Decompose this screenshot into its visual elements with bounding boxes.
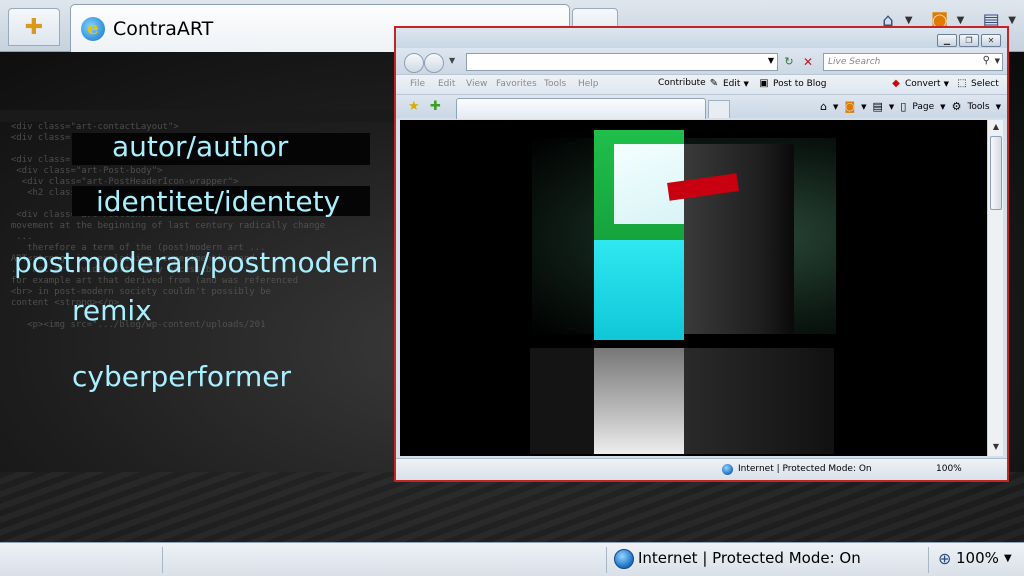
favorites-center-icon[interactable]: ✚ [8,8,60,46]
video-lower-right [684,348,834,454]
menu-favorites[interactable]: Favorites [496,79,537,89]
edit-icon: ✎ [709,78,719,89]
internet-zone-icon [614,549,634,569]
vertical-scrollbar[interactable]: ▲ ▼ [987,120,1003,456]
post-to-blog-label: Post to Blog [773,79,827,89]
inner-menu-bar: File Edit View Favorites Tools Help Cont… [396,74,1007,94]
scroll-thumb[interactable] [990,136,1002,210]
convert-button[interactable]: ◆ Convert ▼ [890,78,949,90]
inner-command-bar: ⌂ ▼ ◙ ▼ ▤ ▼ ▯ Page ▼ ⚙ Tools ▼ [820,100,1001,113]
select-button[interactable]: ⬚ Select [956,78,999,90]
menu-file[interactable]: File [410,79,425,89]
search-icon[interactable]: ⚲ [983,55,990,66]
menu-view[interactable]: View [466,79,487,89]
scroll-down-icon[interactable]: ▼ [990,442,1002,454]
search-placeholder: Live Search [828,57,881,67]
label-remix: remix [72,294,152,327]
inner-viewport [400,120,987,456]
tools-dropdown-icon[interactable]: ▼ [996,103,1001,111]
label-postmodern: postmoderan/postmodern [14,246,379,279]
menu-tools[interactable]: Tools [544,79,566,89]
add-favorites-icon[interactable]: ✚ [430,99,441,114]
inner-tab[interactable] [456,98,706,119]
tools-menu[interactable]: Tools [967,102,989,112]
status-separator [928,547,929,573]
print-icon[interactable]: ▤ [873,100,883,113]
video-lower-left [530,348,594,454]
page-dropdown-icon[interactable]: ▼ [940,103,945,111]
label-cyberperformer: cyberperformer [72,360,292,393]
status-separator [606,547,607,573]
edit-button[interactable]: ✎ Edit ▼ [708,78,749,90]
internet-zone-icon [722,464,733,475]
outer-zoom-level[interactable]: 100% [956,549,999,567]
outer-status-text: Internet | Protected Mode: On [638,549,861,567]
forward-button[interactable] [424,53,444,73]
contribute-label: Contribute [658,78,706,88]
home-icon[interactable]: ⌂ [820,100,827,113]
inner-new-tab-button[interactable] [708,100,730,118]
feeds-dropdown-icon[interactable]: ▼ [957,15,965,26]
convert-dropdown-icon[interactable]: ▼ [944,80,949,88]
home-dropdown-icon[interactable]: ▼ [905,15,913,26]
ie-logo-icon: e [81,16,105,41]
restore-icon[interactable]: ❐ [959,34,979,47]
inner-status-bar: Internet | Protected Mode: On 100% [396,458,1007,480]
outer-status-bar: Internet | Protected Mode: On ⊕ 100% ▼ [0,542,1024,576]
inner-status-text: Internet | Protected Mode: On [738,464,872,474]
zoom-icon[interactable]: ⊕ [938,549,951,568]
edit-label: Edit [723,79,741,89]
address-dropdown-icon[interactable]: ▼ [768,56,774,65]
inner-zoom-level[interactable]: 100% [936,464,962,474]
search-input[interactable]: Live Search ⚲ ▼ [823,53,1003,71]
zoom-dropdown-icon[interactable]: ▼ [1004,553,1012,564]
feeds-dropdown-icon[interactable]: ▼ [861,103,866,111]
contribute-button[interactable]: Contribute [658,78,706,88]
menu-help[interactable]: Help [578,79,599,89]
screen: ✚ e ContraART ⌂ ▼ ◙ ▼ ▤ ▼ <div class="art-c… [0,0,1024,576]
outer-tab-title: ContraART [113,17,214,40]
search-dropdown-icon[interactable]: ▼ [995,57,1000,65]
decorative-strip [0,110,400,122]
minimize-icon[interactable]: ▁ [937,34,957,47]
edit-dropdown-icon[interactable]: ▼ [743,80,748,88]
print-dropdown-icon[interactable]: ▼ [1008,15,1016,26]
home-dropdown-icon[interactable]: ▼ [833,103,838,111]
menu-edit[interactable]: Edit [438,79,455,89]
inner-title-bar: ▁ ❐ ✕ [396,28,1007,48]
label-author: autor/author [112,130,289,163]
label-identity: identitet/identety [96,185,341,218]
post-to-blog-button[interactable]: ▣ Post to Blog [758,78,826,90]
convert-label: Convert [905,79,941,89]
feeds-icon[interactable]: ◙ [844,100,855,113]
back-button[interactable] [404,53,424,73]
address-bar[interactable]: ▼ [466,53,778,71]
select-icon: ⬚ [957,78,967,89]
page-menu[interactable]: Page [912,102,934,112]
inner-navigation-bar: ▼ ▼ ↻ ✕ Live Search ⚲ ▼ [396,48,1007,74]
recent-pages-dropdown-icon[interactable]: ▼ [449,56,455,65]
video-cyan-panel [594,240,684,340]
stop-icon[interactable]: ✕ [799,53,817,71]
status-separator [162,547,163,573]
pdf-icon: ◆ [892,78,900,89]
scroll-up-icon[interactable]: ▲ [990,122,1002,134]
gear-icon: ⚙ [951,100,962,113]
favorites-star-icon[interactable]: ★ [408,99,420,114]
blog-icon: ▣ [759,78,769,89]
inner-browser-window: ▁ ❐ ✕ ▼ ▼ ↻ ✕ Live Search ⚲ ▼ File Edit … [394,26,1009,482]
page-icon: ▯ [900,100,907,113]
print-dropdown-icon[interactable]: ▼ [889,103,894,111]
select-label: Select [971,79,999,89]
refresh-icon[interactable]: ↻ [780,53,798,71]
close-icon[interactable]: ✕ [981,34,1001,47]
video-hands [594,348,684,454]
window-controls: ▁ ❐ ✕ [937,34,1001,47]
video-figure [684,144,794,334]
inner-tab-bar: ★ ✚ ⌂ ▼ ◙ ▼ ▤ ▼ ▯ Page ▼ ⚙ Tools ▼ [396,94,1007,119]
